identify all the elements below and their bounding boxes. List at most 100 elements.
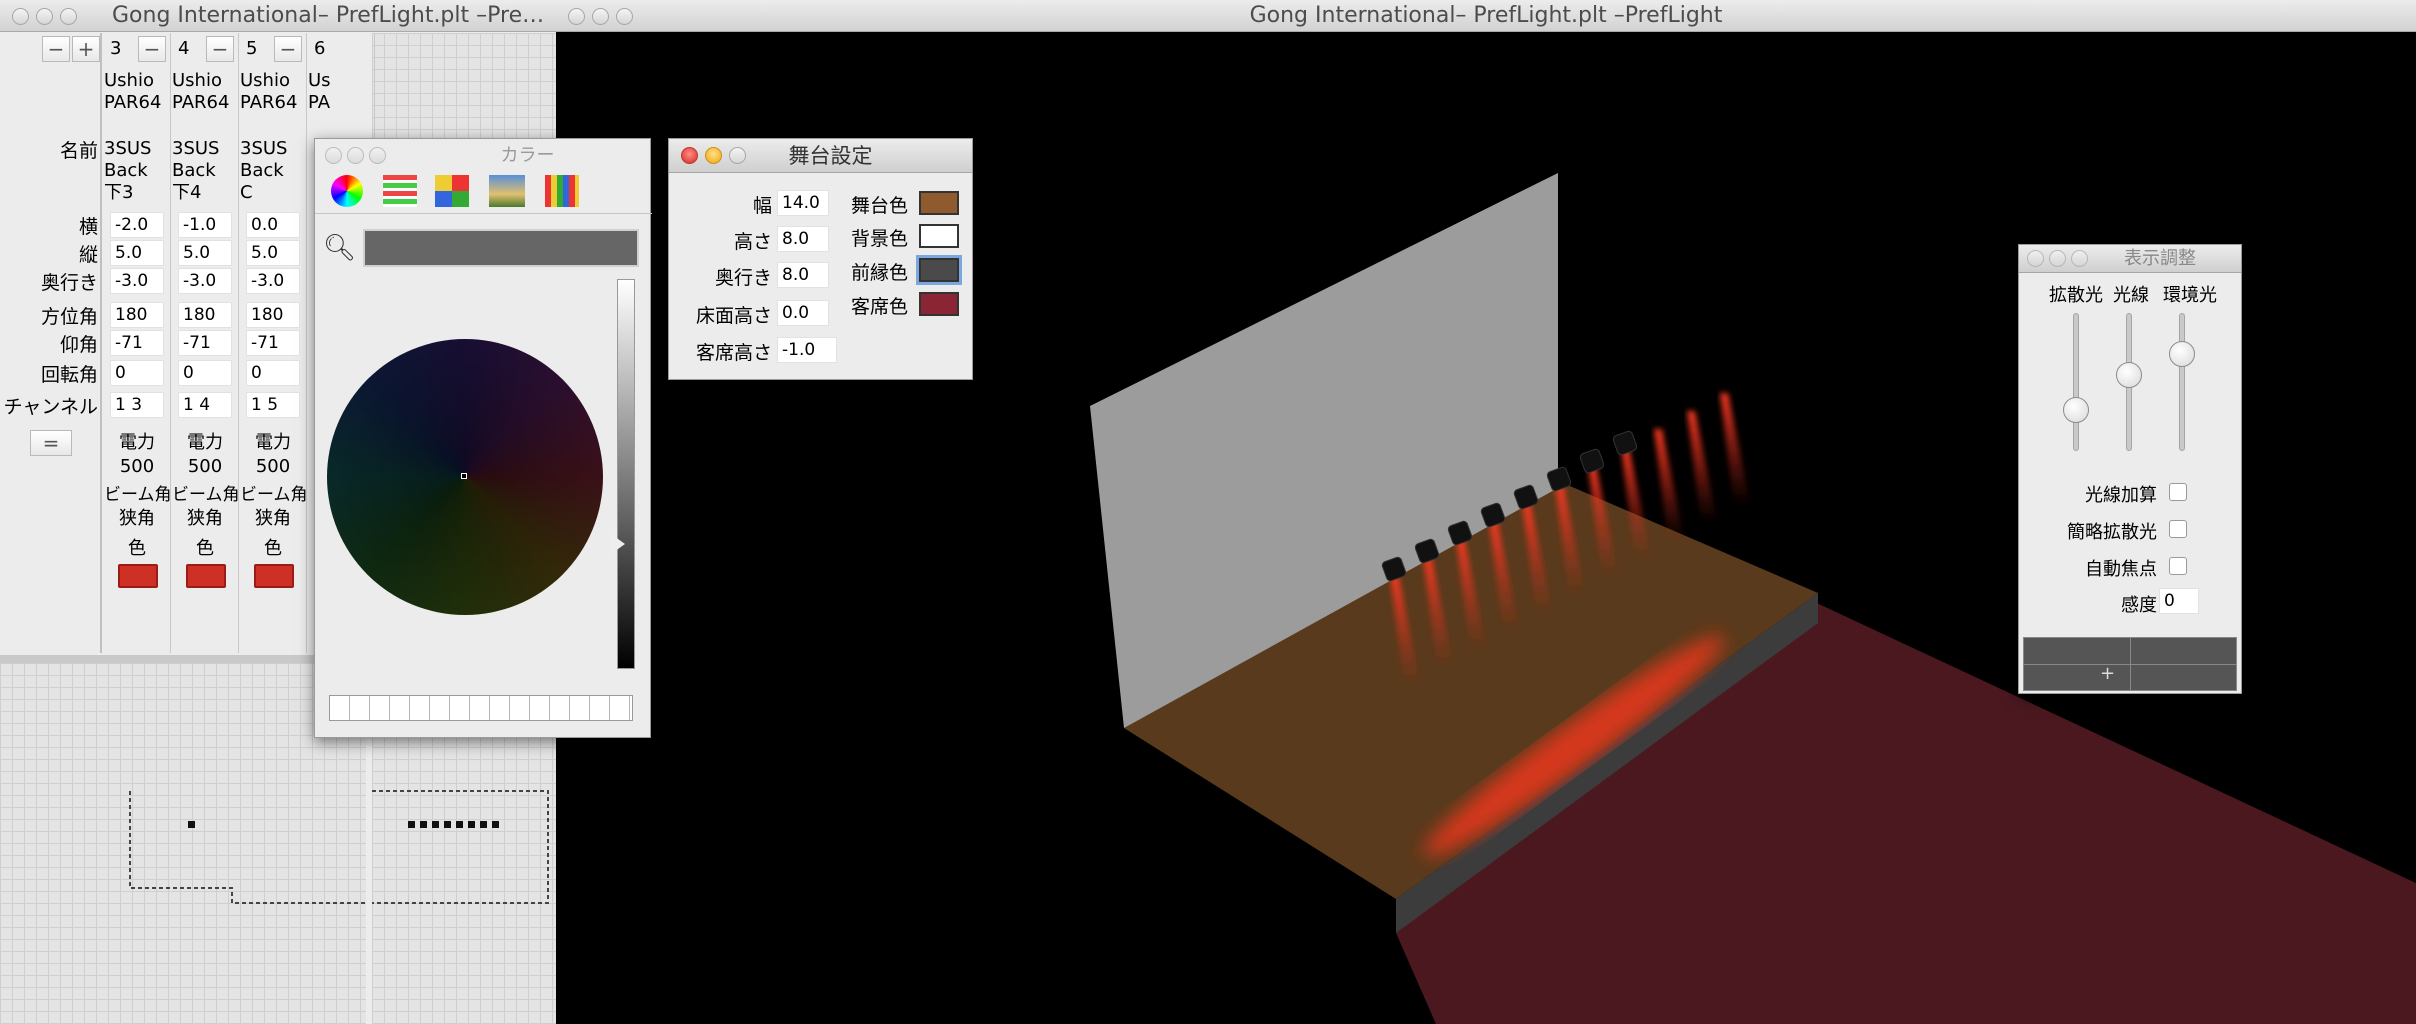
fixture-name1: 3SUS: [104, 138, 152, 159]
additive-light-checkbox[interactable]: [2169, 483, 2187, 501]
plan-fixture-marker[interactable]: [468, 821, 475, 828]
fixture-depth-field[interactable]: -3.0: [246, 268, 300, 294]
width-field[interactable]: 14.0: [777, 190, 829, 216]
zoom-button[interactable]: [369, 147, 386, 164]
remove-fixture-button[interactable]: −: [274, 36, 302, 62]
fixture-y-field[interactable]: 5.0: [178, 240, 232, 266]
sensitivity-field[interactable]: 0: [2159, 588, 2199, 614]
minimize-button[interactable]: [36, 8, 53, 25]
column-number: 3: [110, 38, 122, 59]
fixture-x-field[interactable]: 0.0: [246, 212, 300, 238]
fixture-y-field[interactable]: 5.0: [110, 240, 164, 266]
fixture-name3: 下3: [104, 182, 134, 203]
brightness-slider[interactable]: [617, 279, 635, 669]
left-window-title: Gong International– PrefLight.plt –Pre…: [112, 3, 545, 28]
remove-column-button[interactable]: −: [42, 36, 70, 62]
plan-fixture-marker[interactable]: [444, 821, 451, 828]
fixture-channel-field[interactable]: 1 3: [110, 392, 164, 418]
image-palettes-tab-icon[interactable]: [489, 175, 525, 207]
color-palettes-tab-icon[interactable]: [435, 175, 469, 207]
minimize-button[interactable]: [592, 8, 609, 25]
remove-fixture-button[interactable]: −: [138, 36, 166, 62]
equals-button[interactable]: =: [30, 430, 72, 456]
plan-view-left[interactable]: [0, 663, 366, 1024]
add-column-button[interactable]: +: [72, 36, 100, 62]
fixture-rotation-field[interactable]: 0: [178, 360, 232, 386]
minimize-button[interactable]: [347, 147, 364, 164]
plan-fixture-marker[interactable]: [456, 821, 463, 828]
fixture-rotation-field[interactable]: 0: [246, 360, 300, 386]
close-button[interactable]: [2027, 250, 2044, 267]
fixture-rotation-field[interactable]: 0: [110, 360, 164, 386]
minimize-button[interactable]: [705, 147, 722, 164]
remove-fixture-button[interactable]: −: [206, 36, 234, 62]
close-button[interactable]: [681, 147, 698, 164]
light-beam: [1720, 393, 1750, 505]
fixture-azimuth-field[interactable]: 180: [178, 302, 232, 328]
fixture-power-label: 電力: [119, 432, 155, 453]
fixture-color-swatch[interactable]: [186, 564, 226, 588]
fixture-depth-field[interactable]: -3.0: [178, 268, 232, 294]
zoom-button[interactable]: [2071, 250, 2088, 267]
fixture-channel-field[interactable]: 1 5: [246, 392, 300, 418]
floor-height-field[interactable]: 0.0: [777, 300, 829, 326]
display-preset-grid[interactable]: +: [2023, 637, 2237, 691]
light-fixture-icon[interactable]: [1612, 430, 1638, 456]
fixture-elevation-field[interactable]: -71: [110, 330, 164, 356]
fixture-x-field[interactable]: -2.0: [110, 212, 164, 238]
plan-fixture-marker[interactable]: [432, 821, 439, 828]
plan-fixture-marker[interactable]: [420, 821, 427, 828]
fixture-color-swatch[interactable]: [254, 564, 294, 588]
fixture-color-swatch[interactable]: [118, 564, 158, 588]
close-button[interactable]: [12, 8, 29, 25]
screen: Gong International– PrefLight.plt –PrefL…: [0, 0, 2416, 1024]
brightness-slider-knob[interactable]: [611, 534, 625, 554]
fixture-elevation-field[interactable]: -71: [178, 330, 232, 356]
plan-fixture-marker[interactable]: [480, 821, 487, 828]
fixture-model2: PAR64: [104, 92, 162, 113]
color-sliders-tab-icon[interactable]: [383, 175, 417, 207]
column-divider: [306, 33, 307, 653]
diffuse-slider-knob[interactable]: [2063, 396, 2089, 423]
stage-color-well[interactable]: [919, 191, 959, 215]
zoom-button[interactable]: [616, 8, 633, 25]
column-number: 5: [246, 38, 258, 59]
color-panel: カラー 🔍︎: [314, 138, 652, 738]
simple-diffuse-checkbox[interactable]: [2169, 520, 2187, 538]
seat-height-field[interactable]: -1.0: [777, 337, 837, 363]
color-swatch-bar[interactable]: [329, 695, 633, 721]
fixture-depth-field[interactable]: -3.0: [110, 268, 164, 294]
color-wheel-cursor[interactable]: [461, 473, 467, 479]
minimize-button[interactable]: [2049, 250, 2066, 267]
fixture-beam: 狭角: [255, 508, 291, 529]
close-button[interactable]: [568, 8, 585, 25]
bg-color-well[interactable]: [919, 224, 959, 248]
fixture-beam: 狭角: [119, 508, 155, 529]
color-search-field[interactable]: [363, 229, 639, 267]
fixture-y-field[interactable]: 5.0: [246, 240, 300, 266]
fixture-x-field[interactable]: -1.0: [178, 212, 232, 238]
plan-fixture-marker[interactable]: [492, 821, 499, 828]
fixture-azimuth-field[interactable]: 180: [110, 302, 164, 328]
color-wheel-tab-icon[interactable]: [331, 175, 363, 207]
height-field[interactable]: 8.0: [777, 226, 829, 252]
crayons-tab-icon[interactable]: [545, 175, 579, 207]
color-panel-toolbar-sep: [315, 213, 652, 214]
fixture-channel-field[interactable]: 1 4: [178, 392, 232, 418]
front-edge-color-well[interactable]: [919, 258, 959, 282]
main-window-titlebar: Gong International– PrefLight.plt –PrefL…: [556, 0, 2416, 32]
plan-fixture-marker[interactable]: [408, 821, 415, 828]
light-slider-knob[interactable]: [2116, 362, 2142, 389]
row-label-x: 横: [78, 216, 98, 238]
autofocus-checkbox[interactable]: [2169, 557, 2187, 575]
ambient-slider-knob[interactable]: [2169, 341, 2195, 368]
seat-color-well[interactable]: [919, 292, 959, 316]
zoom-button[interactable]: [60, 8, 77, 25]
light-fixture-icon[interactable]: [1579, 448, 1605, 474]
fixture-azimuth-field[interactable]: 180: [246, 302, 300, 328]
depth-field[interactable]: 8.0: [777, 262, 829, 288]
fixture-elevation-field[interactable]: -71: [246, 330, 300, 356]
preset-add-button[interactable]: +: [2100, 663, 2115, 684]
close-button[interactable]: [325, 147, 342, 164]
zoom-button[interactable]: [729, 147, 746, 164]
